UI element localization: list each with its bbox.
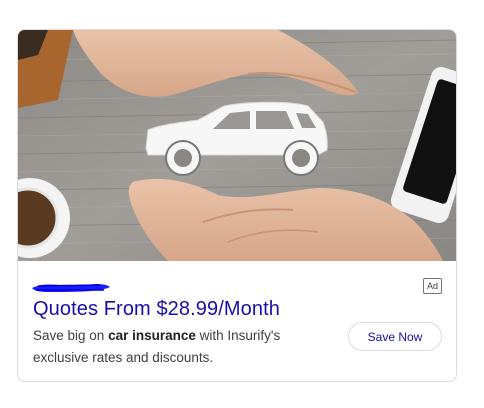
ad-description: Save big on car insurance with Insurify'…: [33, 325, 323, 369]
ad-image[interactable]: [18, 30, 457, 261]
ad-badge: Ad: [423, 278, 442, 294]
description-prefix: Save big on: [33, 328, 109, 343]
ad-card[interactable]: Ad Quotes From $28.99/Month Save big on …: [17, 29, 457, 382]
advertiser-redaction: [32, 284, 110, 292]
save-now-button[interactable]: Save Now: [348, 322, 442, 351]
description-bold-keyword: car insurance: [108, 328, 196, 343]
ad-headline[interactable]: Quotes From $28.99/Month: [33, 298, 280, 321]
